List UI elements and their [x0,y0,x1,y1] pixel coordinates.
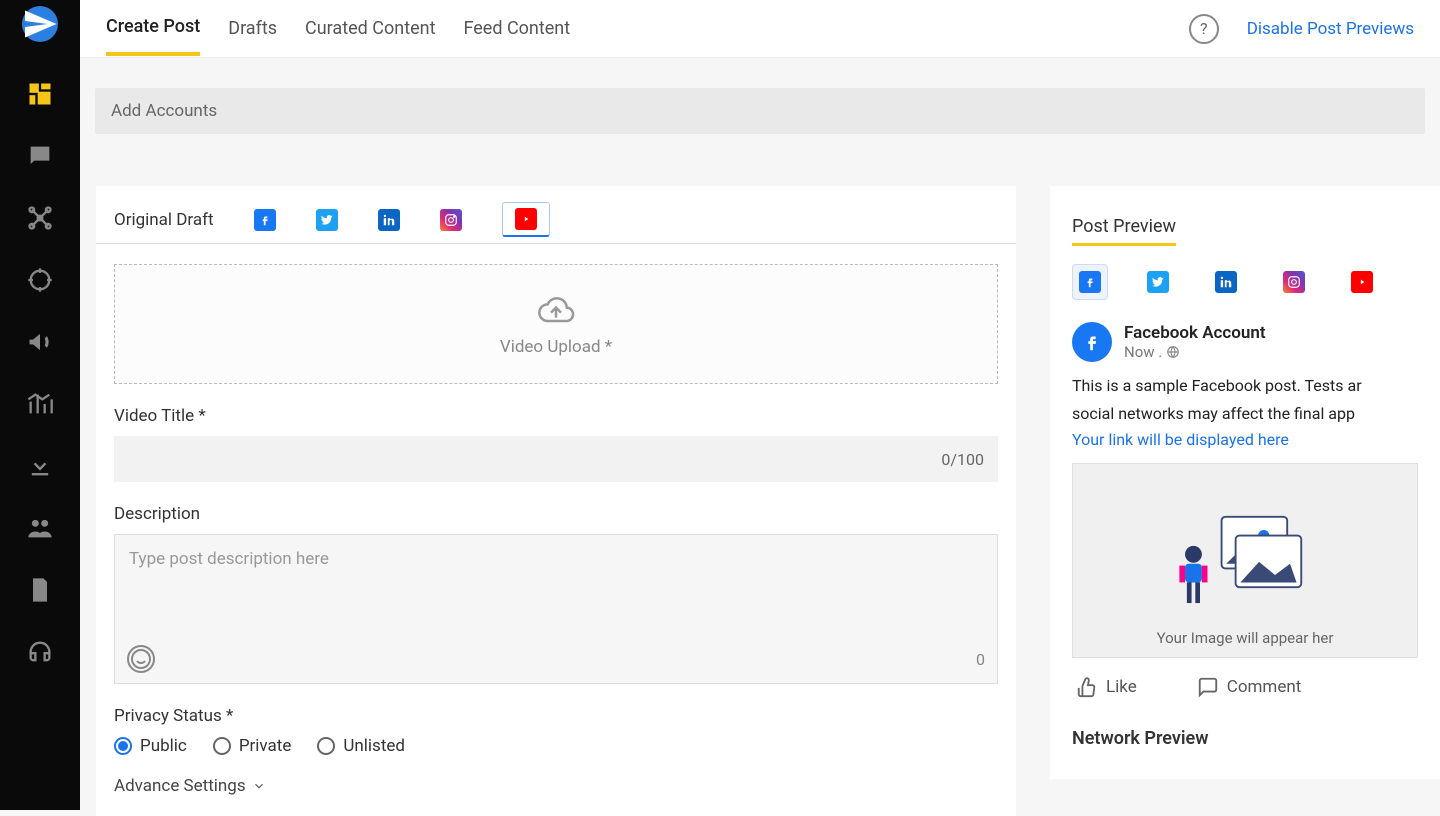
preview-platform-tabs [1072,264,1418,300]
platform-tabs: Original Draft [96,196,1016,244]
globe-icon [1166,345,1180,359]
preview-actions: Like Comment [1072,676,1418,698]
description-label: Description [114,504,998,524]
preview-post-header: Facebook Account Now . [1072,322,1418,362]
description-counter: 0 [976,650,985,669]
sidebar-item-target[interactable] [0,260,80,300]
add-accounts-bar[interactable]: Add Accounts [95,88,1425,134]
preview-body-line2: social networks may affect the final app [1072,402,1418,426]
tab-curated[interactable]: Curated Content [305,3,435,54]
preview-image-placeholder: Your Image will appear her [1072,463,1418,658]
comment-button[interactable]: Comment [1197,676,1302,698]
sidebar-item-dashboard[interactable] [0,74,80,114]
youtube-tab-active[interactable] [502,202,550,237]
privacy-public[interactable]: Public [114,736,187,756]
privacy-unlisted[interactable]: Unlisted [317,736,405,756]
video-title-input[interactable]: 0/100 [114,436,998,482]
account-name: Facebook Account [1124,323,1266,343]
facebook-icon[interactable] [254,209,276,231]
tab-drafts[interactable]: Drafts [228,3,277,54]
app-logo[interactable] [22,6,58,42]
preview-title: Post Preview [1072,216,1176,246]
description-placeholder: Type post description here [129,549,983,569]
youtube-icon [515,208,537,230]
emoji-button[interactable] [127,645,155,673]
network-preview-heading: Network Preview [1072,728,1418,749]
sidebar-item-messages[interactable] [0,136,80,176]
sidebar-item-team[interactable] [0,508,80,548]
privacy-status-label: Privacy Status * [114,706,998,726]
privacy-radio-group: Public Private Unlisted [114,736,998,756]
video-upload-zone[interactable]: Video Upload * [114,264,998,384]
advance-settings-toggle[interactable]: Advance Settings [114,776,998,796]
tab-create-post[interactable]: Create Post [106,1,200,56]
description-input[interactable]: Type post description here 0 [114,534,998,684]
title-counter: 0/100 [941,450,984,469]
help-button[interactable]: ? [1189,14,1219,44]
video-title-label: Video Title * [114,406,998,426]
preview-body-line1: This is a sample Facebook post. Tests ar [1072,374,1418,398]
disable-previews-link[interactable]: Disable Post Previews [1247,19,1414,39]
avatar [1072,322,1112,362]
preview-instagram-tab[interactable] [1276,264,1312,300]
linkedin-icon[interactable] [378,209,400,231]
instagram-icon[interactable] [440,209,462,231]
sidebar-item-docs[interactable] [0,570,80,610]
top-tabs: Create Post Drafts Curated Content Feed … [80,0,1440,58]
upload-label: Video Upload * [500,337,612,357]
preview-linkedin-tab[interactable] [1208,264,1244,300]
sidebar-item-connections[interactable] [0,198,80,238]
twitter-icon[interactable] [316,209,338,231]
privacy-private[interactable]: Private [213,736,292,756]
sidebar-item-support[interactable] [0,632,80,672]
like-button[interactable]: Like [1076,676,1137,698]
comment-icon [1197,676,1219,698]
thumbs-up-icon [1076,676,1098,698]
left-sidebar [0,0,80,810]
account-meta: Now . [1124,343,1266,361]
sidebar-item-analytics[interactable] [0,384,80,424]
preview-panel: Post Preview Facebook Account Now . This… [1050,186,1440,779]
smile-icon [129,647,153,671]
facebook-icon [1081,331,1103,353]
chevron-down-icon [252,779,266,793]
sidebar-item-announce[interactable] [0,322,80,362]
tab-feed[interactable]: Feed Content [463,3,570,54]
preview-facebook-tab[interactable] [1072,264,1108,300]
original-draft-tab[interactable]: Original Draft [114,210,214,230]
image-placeholder-text: Your Image will appear her [1157,629,1334,647]
add-accounts-label: Add Accounts [111,101,217,121]
cloud-upload-icon [536,291,576,331]
content-area: Add Accounts [80,58,1440,164]
preview-twitter-tab[interactable] [1140,264,1176,300]
preview-link[interactable]: Your link will be displayed here [1072,430,1418,449]
sidebar-item-download[interactable] [0,446,80,486]
editor-panel: Original Draft Video Upload * Video Titl… [96,186,1016,816]
preview-youtube-tab[interactable] [1344,264,1380,300]
